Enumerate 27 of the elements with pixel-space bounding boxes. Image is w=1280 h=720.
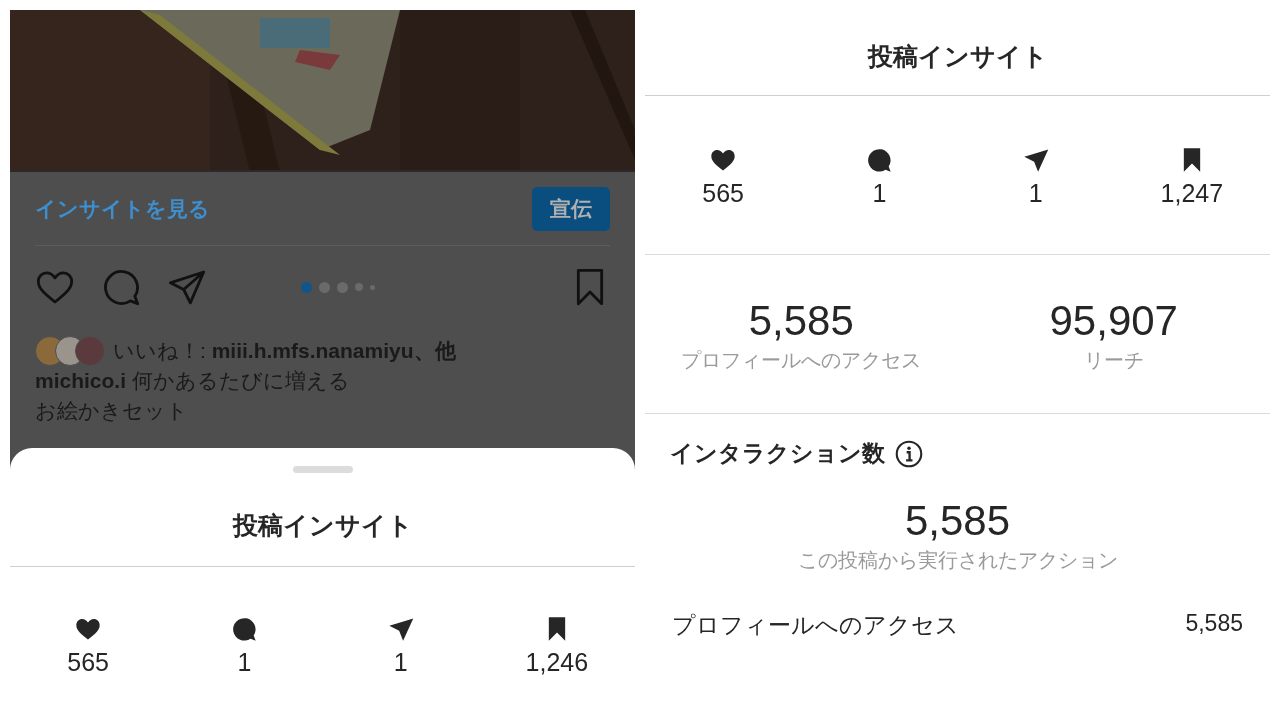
- total-label: この投稿から実行されたアクション: [797, 548, 1118, 573]
- row-value: 5,585: [1185, 610, 1243, 638]
- drag-handle[interactable]: [292, 466, 353, 473]
- metric-label: プロフィールへのアクセス: [681, 347, 922, 373]
- stat-count: 1: [872, 178, 887, 208]
- info-icon[interactable]: [895, 439, 923, 468]
- stat-count: 1: [1028, 178, 1043, 208]
- stat-count: 1,246: [525, 647, 589, 677]
- sheet-title: 投稿インサイト: [232, 510, 413, 541]
- total-interactions: 5,585: [904, 497, 1011, 545]
- avatar: [75, 336, 105, 366]
- section-heading: インタラクション数: [670, 439, 885, 468]
- stat-count: 565: [67, 647, 109, 677]
- row-label: プロフィールへのアクセス: [672, 611, 959, 640]
- metric-value: 5,585: [748, 296, 854, 345]
- screen-title: 投稿インサイト: [645, 0, 1270, 96]
- stat-count: 1,247: [1160, 178, 1224, 208]
- speech-bubble-icon: [230, 615, 259, 643]
- stat-count: 1: [237, 647, 252, 677]
- view-insights-link[interactable]: インサイトを見る: [35, 194, 210, 223]
- comment-icon[interactable]: [101, 267, 141, 307]
- metric-label: リーチ: [1083, 347, 1144, 373]
- promote-button[interactable]: 宣伝: [532, 186, 610, 231]
- stat-count: 565: [702, 178, 744, 208]
- speech-bubble-icon: [865, 146, 894, 174]
- metric-value: 95,907: [1049, 296, 1178, 345]
- stat-count: 1: [393, 647, 408, 677]
